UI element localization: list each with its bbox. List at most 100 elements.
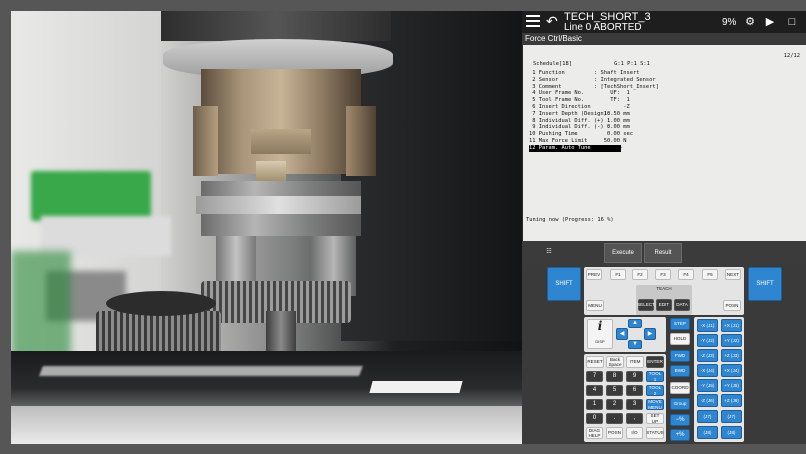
key-8[interactable]: 8 [606, 371, 623, 382]
shift-left-button[interactable]: SHIFT [547, 267, 581, 301]
coord-button[interactable]: COORD [670, 382, 690, 394]
f5-button[interactable]: F5 [702, 269, 718, 280]
f2-button[interactable]: F2 [632, 269, 648, 280]
jog-pos-z-j3[interactable]: +Z (J3) [721, 349, 742, 362]
key-9[interactable]: 9 [626, 371, 643, 382]
override-minus-icon[interactable]: −% [670, 414, 690, 426]
program-screen: 12/12 Schedule[18] G:1 P:1 S:1 1 Functio… [523, 45, 806, 241]
jog-pos-x-j4[interactable]: +X (J4) [721, 364, 742, 377]
robot-status-icon[interactable]: ⚙ [742, 14, 758, 30]
jog-neg-z-j3[interactable]: -Z (J3) [697, 349, 718, 362]
tool1-button[interactable]: TOOL 1 [646, 371, 664, 382]
param-row[interactable]: 4 User Frame No. UF: 1 [529, 90, 689, 97]
execute-button[interactable]: Execute [604, 243, 642, 263]
jog-neg-z-j6[interactable]: -Z (J6) [697, 394, 718, 407]
arrow-right-icon[interactable]: ▶ [644, 328, 656, 340]
param-row[interactable]: 1 Function: Shaft Insert [529, 70, 689, 77]
arrow-down-icon[interactable]: ▼ [628, 340, 642, 349]
forward-icon[interactable]: ▶ [762, 14, 778, 30]
program-status: Line 0 ABORTED [564, 22, 642, 33]
jog-neg-j8[interactable]: (J8) [697, 426, 718, 439]
override-value[interactable]: 9% [722, 17, 736, 28]
key-2[interactable]: 2 [606, 399, 623, 410]
menu-button[interactable]: MENU [586, 300, 604, 311]
jog-pos-x-j1[interactable]: +X (J1) [721, 319, 742, 332]
key-4[interactable]: 4 [586, 385, 603, 396]
teach-label: TEACH [656, 286, 672, 291]
param-row[interactable]: 2 Sensor: Integrated Sensor [529, 77, 689, 84]
jog-neg-j7[interactable]: (J7) [697, 410, 718, 423]
posn-bottom-button[interactable]: POSN [606, 427, 623, 439]
jog-neg-x-j1[interactable]: -X (J1) [697, 319, 718, 332]
key-0[interactable]: 0 [586, 413, 603, 424]
f3-button[interactable]: F3 [655, 269, 671, 280]
next-button[interactable]: NEXT [725, 269, 741, 280]
tool2-button[interactable]: TOOL 2 [646, 385, 664, 396]
page-icon[interactable]: □ [784, 14, 800, 30]
status-button[interactable]: STATUS [646, 427, 664, 439]
tuning-progress: Tuning now (Progress: 16 %) [526, 217, 614, 223]
keypad: SHIFT SHIFT PREV F1 F2 F3 F4 F5 NEXT MEN… [522, 265, 806, 444]
diag-help-button[interactable]: DIAG HELP [586, 427, 603, 439]
page-count: 12/12 [783, 53, 800, 59]
hold-button[interactable]: HOLD [670, 333, 690, 345]
disp-label: DISP [595, 339, 605, 344]
shift-right-button[interactable]: SHIFT [748, 267, 782, 301]
key-1[interactable]: 1 [586, 399, 603, 410]
param-row[interactable]: 7 Insert Depth (Design): 10.50 mm [529, 111, 689, 118]
param-row[interactable]: 3 Comment: [TechShort_Insert] [529, 84, 689, 91]
io-button[interactable]: I/O [626, 427, 643, 439]
param-row[interactable]: 11 Max Force Limit 50.00 N [529, 138, 689, 145]
back-icon[interactable]: ↶ [546, 13, 558, 30]
setup-button[interactable]: SET UP [646, 413, 664, 424]
key-5[interactable]: 5 [606, 385, 623, 396]
prev-button[interactable]: PREV [586, 269, 602, 280]
override-plus-icon[interactable]: +% [670, 429, 690, 441]
key-3[interactable]: 3 [626, 399, 643, 410]
fwd-button[interactable]: FWD [670, 350, 690, 362]
param-row[interactable]: 10 Pushing Time 0.00 sec [529, 131, 689, 138]
menu-icon[interactable] [526, 15, 540, 27]
key-period[interactable]: . [606, 413, 623, 424]
screen-title: Force Ctrl/Basic [522, 33, 806, 45]
jog-pos-j8[interactable]: (J8) [721, 426, 742, 439]
jog-pos-z-j6[interactable]: +Z (J6) [721, 394, 742, 407]
data-button[interactable]: DATA [674, 299, 690, 311]
grid-icon[interactable]: ☷ [530, 243, 568, 263]
posn-top-button[interactable]: POSN [723, 300, 741, 311]
jog-neg-y-j2[interactable]: -Y (J2) [697, 334, 718, 347]
status-bar: ↶ TECH_SHORT_3 Line 0 ABORTED 9% ⚙ ▶ □ [522, 11, 806, 33]
info-icon[interactable]: i [587, 319, 613, 349]
jog-neg-x-j4[interactable]: -X (J4) [697, 364, 718, 377]
group-button[interactable]: Group [670, 398, 690, 410]
jog-pos-y-j5[interactable]: +Y (J5) [721, 379, 742, 392]
param-list: 1 Function: Shaft Insert 2 Sensor: Integ… [529, 70, 689, 152]
window-frame: ↶ TECH_SHORT_3 Line 0 ABORTED 9% ⚙ ▶ □ F… [0, 0, 806, 454]
reset-button[interactable]: RESET [586, 356, 604, 368]
key-comma[interactable]: , [626, 413, 643, 424]
f1-button[interactable]: F1 [610, 269, 626, 280]
jog-neg-y-j5[interactable]: -Y (J5) [697, 379, 718, 392]
jog-pos-y-j2[interactable]: +Y (J2) [721, 334, 742, 347]
key-7[interactable]: 7 [586, 371, 603, 382]
param-row[interactable]: 9 Individual Diff. (-) : 0.00 mm [529, 124, 689, 131]
jog-pos-j7[interactable]: (J7) [721, 410, 742, 423]
result-button[interactable]: Result [644, 243, 682, 263]
backspace-button[interactable]: Back Space [606, 356, 624, 368]
f4-button[interactable]: F4 [678, 269, 694, 280]
key-6[interactable]: 6 [626, 385, 643, 396]
param-row[interactable]: 6 Insert Direction -Z [529, 104, 689, 111]
arrow-up-icon[interactable]: ▲ [628, 319, 642, 328]
schedule-header: Schedule[18] G:1 P:1 S:1 [533, 61, 650, 67]
edit-button[interactable]: EDIT [656, 299, 672, 311]
param-row[interactable]: 8 Individual Diff. (+) : 1.00 mm [529, 118, 689, 125]
enter-button[interactable]: ENTER [646, 356, 664, 368]
bwd-button[interactable]: BWD [670, 365, 690, 377]
arrow-left-icon[interactable]: ◀ [616, 328, 628, 340]
move-menu-button[interactable]: MOVE MENU [646, 399, 664, 410]
select-button[interactable]: SELECT [637, 299, 655, 311]
camera-view [11, 11, 522, 444]
step-button[interactable]: STEP [670, 318, 690, 330]
item-button[interactable]: ITEM [626, 356, 644, 368]
param-row[interactable]: 5 Tool Frame No. TF: 1 [529, 97, 689, 104]
